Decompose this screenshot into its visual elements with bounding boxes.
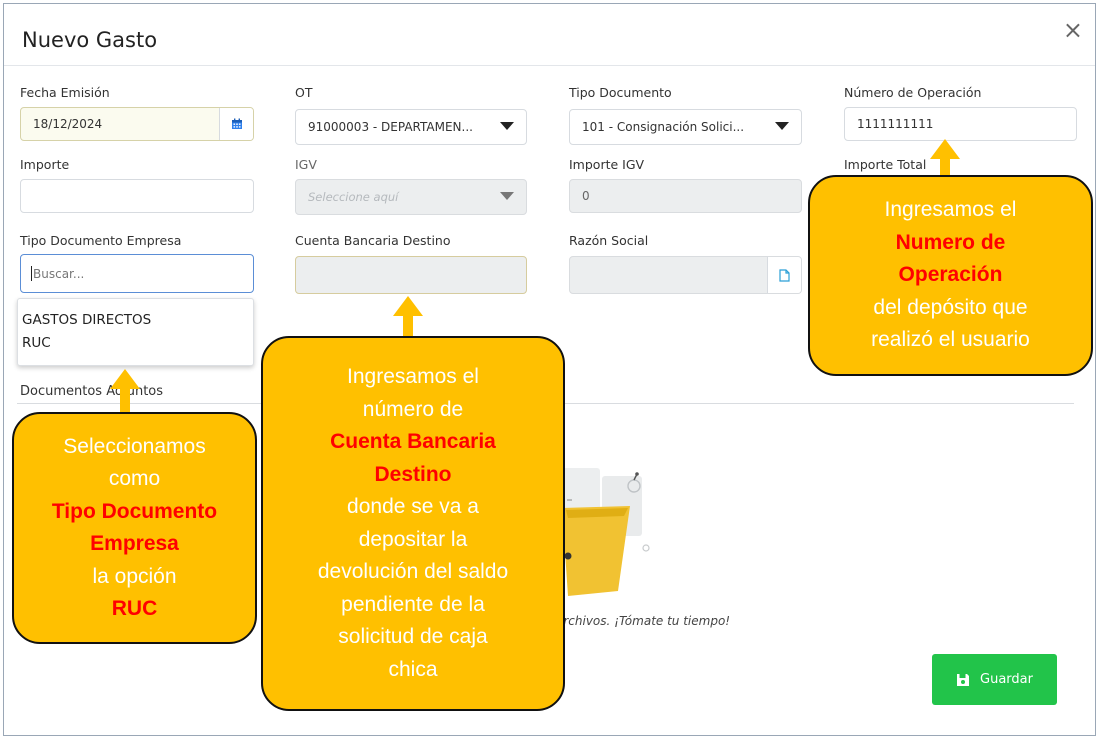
- igv-placeholder: Seleccione aquí: [308, 190, 399, 204]
- arrow-up-icon: [110, 369, 140, 413]
- tipo-documento-label: Tipo Documento: [569, 85, 672, 100]
- chevron-down-icon: [500, 122, 514, 130]
- chevron-down-icon: [500, 192, 514, 200]
- numero-operacion-label: Número de Operación: [844, 85, 982, 100]
- callout-text: la opción: [92, 564, 177, 588]
- callout-text: del depósito que: [873, 295, 1028, 319]
- tipo-doc-empresa-search[interactable]: Buscar...: [20, 254, 254, 293]
- callout-tipo-doc-empresa: Seleccionamos como Tipo Documento Empres…: [12, 412, 257, 644]
- file-icon[interactable]: [767, 257, 801, 293]
- callout-numero-operacion: Ingresamos el Numero de Operación del de…: [808, 175, 1093, 376]
- ot-value: 91000003 - DEPARTAMEN...: [308, 120, 473, 134]
- save-button-label: Guardar: [980, 672, 1033, 687]
- callout-highlight: RUC: [111, 597, 158, 620]
- importe-label: Importe: [20, 157, 70, 172]
- modal-header: Nuevo Gasto ×: [4, 4, 1095, 66]
- callout-text: depositar la: [358, 527, 468, 551]
- numero-operacion-input[interactable]: 1111111111: [844, 107, 1077, 141]
- cuenta-bancaria-label: Cuenta Bancaria Destino: [295, 233, 451, 248]
- callout-text: Ingresamos el: [347, 365, 479, 388]
- callout-text: como: [108, 467, 161, 490]
- callout-highlight: Empresa: [90, 532, 179, 555]
- callout-highlight: Destino: [374, 462, 452, 486]
- text-cursor: [31, 266, 32, 281]
- arrow-up-icon: [393, 296, 423, 338]
- importe-igv-label: Importe IGV: [569, 157, 645, 172]
- calendar-icon[interactable]: [219, 108, 253, 140]
- callout-text: pendiente de la: [341, 592, 485, 616]
- tipo-doc-empresa-placeholder: Buscar...: [33, 266, 85, 281]
- igv-select[interactable]: Seleccione aquí: [295, 179, 527, 215]
- close-icon[interactable]: ×: [1063, 18, 1083, 42]
- ot-label: OT: [295, 85, 313, 100]
- numero-operacion-value: 1111111111: [857, 117, 934, 131]
- cuenta-bancaria-input[interactable]: [295, 256, 527, 294]
- fecha-emision-label: Fecha Emisión: [20, 85, 110, 100]
- empty-hint-text: archivos. ¡Tómate tu tiempo!: [556, 614, 731, 628]
- modal-title: Nuevo Gasto: [22, 28, 158, 52]
- fecha-emision-value: 18/12/2024: [33, 117, 103, 131]
- callout-text: realizó el usuario: [871, 328, 1030, 352]
- dropdown-option-gastos-directos[interactable]: GASTOS DIRECTOS: [18, 309, 253, 332]
- fecha-emision-input[interactable]: 18/12/2024: [20, 107, 254, 141]
- callout-text: número de: [362, 397, 464, 421]
- arrow-up-icon: [930, 139, 960, 177]
- importe-igv-value: 0: [582, 189, 590, 203]
- callout-text: Ingresamos el: [884, 198, 1017, 222]
- floppy-disk-icon: [957, 673, 970, 686]
- ot-select[interactable]: 91000003 - DEPARTAMEN...: [295, 109, 527, 145]
- callout-highlight: Cuenta Bancaria: [330, 430, 496, 453]
- tipo-doc-empresa-dropdown: GASTOS DIRECTOS RUC: [17, 298, 254, 366]
- razon-social-input[interactable]: [569, 256, 802, 294]
- callout-highlight: Operación: [898, 263, 1003, 287]
- chevron-down-icon: [775, 122, 789, 130]
- callout-cuenta-bancaria: Ingresamos el número de Cuenta Bancaria …: [261, 336, 565, 711]
- callout-text: Seleccionamos: [63, 434, 206, 458]
- callout-text: solicitud de caja: [338, 625, 488, 648]
- callout-highlight: Numero de: [895, 230, 1006, 254]
- callout-text: donde se va a: [347, 495, 479, 518]
- tipo-documento-value: 101 - Consignación Solici...: [582, 120, 745, 134]
- callout-highlight: Tipo Documento: [51, 499, 218, 523]
- tipo-doc-empresa-label: Tipo Documento Empresa: [20, 233, 182, 248]
- razon-social-label: Razón Social: [569, 233, 649, 248]
- importe-igv-input: 0: [569, 179, 802, 213]
- save-button[interactable]: Guardar: [932, 654, 1057, 705]
- callout-text: devolución del saldo: [317, 560, 509, 583]
- igv-label: IGV: [295, 157, 317, 172]
- tipo-documento-select[interactable]: 101 - Consignación Solici...: [569, 109, 802, 145]
- dropdown-option-ruc[interactable]: RUC: [18, 332, 253, 355]
- importe-input[interactable]: [20, 179, 254, 213]
- importe-total-label: Importe Total: [844, 157, 927, 172]
- callout-text: chica: [388, 657, 438, 681]
